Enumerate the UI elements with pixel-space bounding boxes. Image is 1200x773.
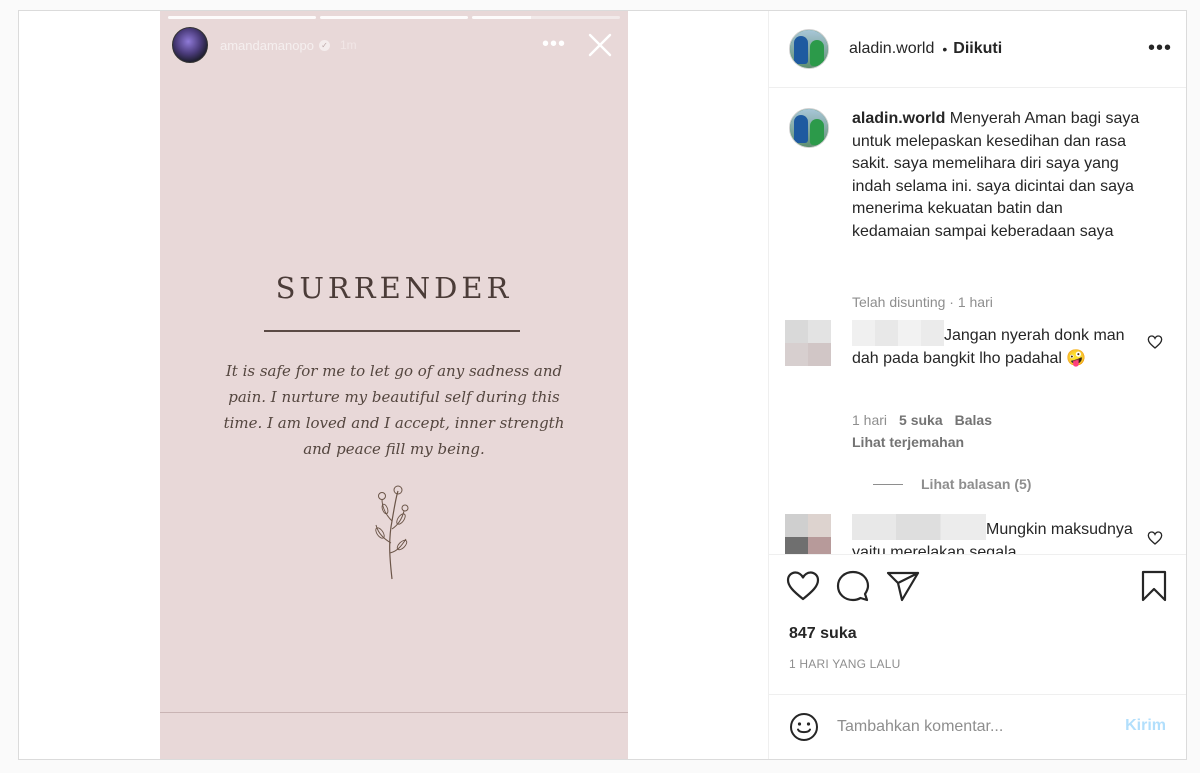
comments-list[interactable]: aladin.world Menyerah Aman bagi saya unt…	[769, 88, 1186, 555]
add-comment-bar: Kirim	[769, 694, 1186, 759]
bookmark-icon[interactable]	[1136, 568, 1172, 604]
share-send-icon[interactable]	[885, 568, 921, 604]
comment-text: Jangan nyerah donk man dah pada bangkit …	[852, 320, 1142, 370]
like-heart-icon[interactable]	[785, 568, 821, 604]
comment-text: Mungkin maksudnya yaitu merelakan segala	[852, 514, 1142, 554]
story-screenshot: amandamanopo ✓ 1m ••• SURRENDER It is sa…	[160, 11, 628, 759]
send-comment-button[interactable]: Kirim	[1125, 717, 1166, 735]
post-header: aladin.world • Diikuti •••	[769, 11, 1186, 88]
view-replies-label: Lihat balasan (5)	[921, 476, 1032, 492]
story-username: amandamanopo	[220, 37, 314, 53]
separator-dot: •	[942, 41, 948, 57]
emoji-smiley-icon[interactable]	[789, 712, 819, 742]
story-more-icon: •••	[541, 33, 566, 55]
close-icon	[588, 33, 612, 57]
comment-bubble-icon[interactable]	[835, 568, 871, 604]
progress-segment	[472, 16, 620, 19]
avatar[interactable]	[785, 514, 831, 554]
post-sidebar: aladin.world • Diikuti ••• aladin.world …	[768, 11, 1186, 759]
blurred-username[interactable]	[852, 514, 986, 540]
view-replies-button[interactable]: Lihat balasan (5)	[873, 476, 1031, 492]
caption-body: Menyerah Aman bagi saya untuk melepaskan…	[852, 110, 1140, 240]
progress-segment	[168, 16, 316, 19]
story-header: amandamanopo ✓ 1m •••	[172, 27, 618, 63]
post-actions	[785, 568, 1170, 608]
post-username-link[interactable]: aladin.world	[849, 40, 934, 58]
following-button[interactable]: Diikuti	[953, 40, 1002, 58]
replies-line	[873, 483, 903, 485]
avatar[interactable]	[789, 29, 829, 69]
title-divider	[264, 330, 520, 332]
avatar[interactable]	[789, 108, 829, 148]
verified-badge-icon: ✓	[318, 39, 330, 51]
caption-username-link[interactable]: aladin.world	[852, 110, 945, 127]
avatar[interactable]	[785, 320, 831, 366]
blurred-username[interactable]	[852, 320, 944, 346]
story-progress-bar	[168, 16, 620, 19]
reply-button[interactable]: Balas	[955, 412, 992, 428]
story-bottom-divider	[160, 712, 628, 713]
story-card: SURRENDER It is safe for me to let go of…	[160, 91, 628, 713]
story-title: SURRENDER	[275, 271, 513, 305]
emoji-icon: 🤪	[1066, 349, 1087, 367]
progress-segment	[320, 16, 468, 19]
caption-text: aladin.world Menyerah Aman bagi saya unt…	[852, 108, 1142, 243]
post-timestamp[interactable]: 1 HARI YANG LALU	[789, 657, 900, 671]
comment-time: 1 hari	[852, 412, 888, 428]
more-options-icon[interactable]: •••	[1148, 37, 1172, 60]
story-quote: It is safe for me to let go of any sadne…	[223, 362, 565, 458]
story-avatar	[172, 27, 208, 63]
like-comment-heart-icon[interactable]	[1147, 334, 1163, 350]
comment-input[interactable]	[837, 718, 1107, 736]
caption-meta: Telah disunting · 1 hari	[852, 294, 993, 310]
flower-illustration-icon	[375, 485, 409, 580]
post-dialog: amandamanopo ✓ 1m ••• SURRENDER It is sa…	[18, 10, 1187, 760]
story-time: 1m	[339, 38, 357, 52]
likes-count[interactable]: 847 suka	[789, 625, 857, 643]
like-comment-heart-icon[interactable]	[1147, 530, 1163, 546]
post-media: amandamanopo ✓ 1m ••• SURRENDER It is sa…	[19, 11, 768, 759]
comment-meta: 1 hari 5 suka Balas	[852, 412, 992, 428]
comment-likes-link[interactable]: 5 suka	[899, 412, 943, 428]
see-translation-link[interactable]: Lihat terjemahan	[852, 434, 964, 450]
